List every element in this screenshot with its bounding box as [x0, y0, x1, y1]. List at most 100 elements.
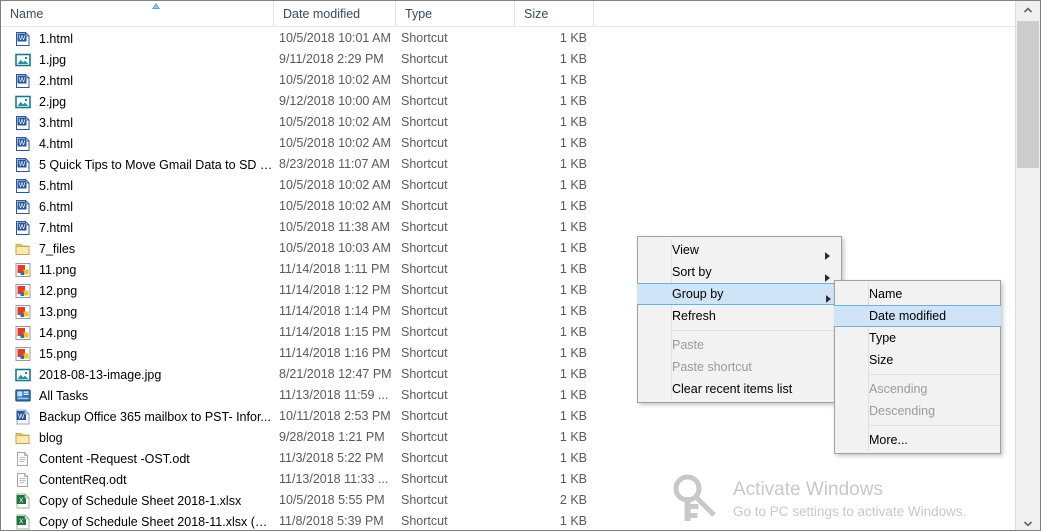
- column-header-name[interactable]: Name: [1, 1, 273, 27]
- file-size-cell: 1 KB: [559, 409, 587, 423]
- table-row[interactable]: W 4.html 10/5/2018 10:02 AM Shortcut 1 KB: [1, 133, 1017, 154]
- submenu-arrow-icon: [824, 246, 831, 260]
- word-html-icon: W: [15, 199, 31, 215]
- file-name-cell[interactable]: X Copy of Schedule Sheet 2018-11.xlsx (9 …: [1, 511, 273, 530]
- file-name-label: Copy of Schedule Sheet 2018-11.xlsx (9 n…: [39, 514, 273, 529]
- file-name-label: 4.html: [39, 136, 74, 151]
- table-row[interactable]: W 5.html 10/5/2018 10:02 AM Shortcut 1 KB: [1, 175, 1017, 196]
- scroll-down-button[interactable]: [1016, 514, 1040, 530]
- table-row[interactable]: 7_files 10/5/2018 10:03 AM Shortcut 1 KB: [1, 238, 1017, 259]
- context-menu-item-label: Paste: [672, 338, 704, 352]
- file-name-cell[interactable]: W 6.html: [1, 196, 273, 217]
- table-row[interactable]: W 7.html 10/5/2018 11:38 AM Shortcut 1 KB: [1, 217, 1017, 238]
- submenu-item[interactable]: More...: [835, 429, 1000, 451]
- file-name-cell[interactable]: W 7.html: [1, 217, 273, 238]
- file-name-cell[interactable]: blog: [1, 427, 273, 448]
- file-size-cell: 1 KB: [559, 136, 587, 150]
- file-name-cell[interactable]: ContentReq.odt: [1, 469, 273, 490]
- file-explorer-window: Name Date modified Type Size W 1.html 10/5…: [0, 0, 1041, 531]
- svg-text:W: W: [19, 224, 26, 231]
- file-name-label: 11.png: [39, 262, 77, 277]
- context-menu-item[interactable]: Refresh: [638, 305, 841, 327]
- table-row[interactable]: 1.jpg 9/11/2018 2:29 PM Shortcut 1 KB: [1, 49, 1017, 70]
- file-name-cell[interactable]: W 1.html: [1, 28, 273, 49]
- submenu-item[interactable]: Name: [835, 283, 1000, 305]
- file-name-cell[interactable]: 11.png: [1, 259, 273, 280]
- chevron-up-icon: [1023, 1, 1033, 19]
- submenu-item[interactable]: Size: [835, 349, 1000, 371]
- file-name-cell[interactable]: W 5.html: [1, 175, 273, 196]
- svg-text:W: W: [19, 35, 26, 42]
- file-name-cell[interactable]: 2.jpg: [1, 91, 273, 112]
- svg-text:W: W: [18, 413, 25, 420]
- file-name-cell[interactable]: 1.jpg: [1, 49, 273, 70]
- table-row[interactable]: 11.png 11/14/2018 1:11 PM Shortcut 1 KB: [1, 259, 1017, 280]
- file-name-cell[interactable]: Content -Request -OST.odt: [1, 448, 273, 469]
- submenu-item[interactable]: Date modified: [834, 305, 1001, 327]
- file-date-cell: 11/13/2018 11:59 ...: [279, 388, 389, 402]
- file-name-cell[interactable]: W 5 Quick Tips to Move Gmail Data to SD C…: [1, 154, 273, 175]
- file-name-cell[interactable]: 2018-08-13-image.jpg: [1, 364, 273, 385]
- file-name-cell[interactable]: X Copy of Schedule Sheet 2018-1.xlsx: [1, 490, 273, 511]
- menu-separator: [672, 330, 841, 331]
- table-row[interactable]: W 3.html 10/5/2018 10:02 AM Shortcut 1 KB: [1, 112, 1017, 133]
- file-size-cell: 1 KB: [559, 346, 587, 360]
- table-row[interactable]: X Copy of Schedule Sheet 2018-11.xlsx (9 …: [1, 511, 1017, 530]
- file-size-cell: 1 KB: [559, 31, 587, 45]
- file-date-cell: 11/13/2018 11:33 ...: [279, 472, 389, 486]
- file-name-label: 15.png: [39, 346, 78, 361]
- file-date-cell: 10/5/2018 10:02 AM: [279, 199, 391, 213]
- file-date-cell: 8/21/2018 12:47 PM: [279, 367, 392, 381]
- table-row[interactable]: W 6.html 10/5/2018 10:02 AM Shortcut 1 KB: [1, 196, 1017, 217]
- column-header-type[interactable]: Type: [395, 1, 514, 27]
- scrollbar-thumb[interactable]: [1017, 21, 1039, 168]
- table-row[interactable]: 2.jpg 9/12/2018 10:00 AM Shortcut 1 KB: [1, 91, 1017, 112]
- group-by-submenu[interactable]: Name Date modified Type Size Ascending Descen…: [834, 280, 1001, 454]
- table-row[interactable]: X Copy of Schedule Sheet 2018-1.xlsx 10/5/…: [1, 490, 1017, 511]
- word-html-icon: W: [15, 115, 31, 131]
- odt-icon: [15, 472, 31, 488]
- file-name-cell[interactable]: 13.png: [1, 301, 273, 322]
- column-header-date-modified[interactable]: Date modified: [273, 1, 395, 27]
- file-size-cell: 1 KB: [559, 52, 587, 66]
- file-name-cell[interactable]: 15.png: [1, 343, 273, 364]
- table-row[interactable]: W 2.html 10/5/2018 10:02 AM Shortcut 1 KB: [1, 70, 1017, 91]
- menu-separator: [869, 374, 1000, 375]
- file-name-cell[interactable]: W 4.html: [1, 133, 273, 154]
- scroll-up-button[interactable]: [1016, 1, 1040, 19]
- context-menu-item[interactable]: Group by: [637, 283, 842, 305]
- file-type-cell: Shortcut: [401, 199, 448, 213]
- file-name-cell[interactable]: W 3.html: [1, 112, 273, 133]
- context-menu[interactable]: View Sort by Group by Refresh Paste Paste sho…: [637, 236, 842, 403]
- file-name-cell[interactable]: 7_files: [1, 238, 273, 259]
- file-date-cell: 11/14/2018 1:14 PM: [279, 304, 391, 318]
- file-size-cell: 1 KB: [559, 283, 587, 297]
- file-type-cell: Shortcut: [401, 115, 448, 129]
- file-name-label: blog: [39, 430, 63, 445]
- file-name-cell[interactable]: 12.png: [1, 280, 273, 301]
- context-menu-item[interactable]: Sort by: [638, 261, 841, 283]
- table-row[interactable]: W 1.html 10/5/2018 10:01 AM Shortcut 1 KB: [1, 28, 1017, 49]
- file-name-cell[interactable]: W Backup Office 365 mailbox to PST- Infor…: [1, 406, 273, 427]
- file-name-cell[interactable]: All Tasks: [1, 385, 273, 406]
- submenu-item[interactable]: Type: [835, 327, 1000, 349]
- table-row[interactable]: W 5 Quick Tips to Move Gmail Data to SD C…: [1, 154, 1017, 175]
- file-name-cell[interactable]: 14.png: [1, 322, 273, 343]
- column-header-size[interactable]: Size: [514, 1, 593, 27]
- image-jpg-icon: [15, 94, 31, 110]
- file-type-cell: Shortcut: [401, 388, 448, 402]
- file-name-label: 1.html: [39, 31, 74, 46]
- file-name-label: Backup Office 365 mailbox to PST- Infor.…: [39, 409, 271, 424]
- table-row[interactable]: ContentReq.odt 11/13/2018 11:33 ... Shortc…: [1, 469, 1017, 490]
- word-html-icon: W: [15, 157, 31, 173]
- file-date-cell: 9/28/2018 1:21 PM: [279, 430, 385, 444]
- file-name-label: ContentReq.odt: [39, 472, 127, 487]
- file-type-cell: Shortcut: [401, 346, 448, 360]
- vertical-scrollbar[interactable]: [1015, 1, 1040, 530]
- png-icon: [15, 262, 31, 278]
- context-menu-item[interactable]: Clear recent items list: [638, 378, 841, 400]
- file-name-cell[interactable]: W 2.html: [1, 70, 273, 91]
- file-size-cell: 1 KB: [559, 199, 587, 213]
- file-type-cell: Shortcut: [401, 493, 448, 507]
- context-menu-item[interactable]: View: [638, 239, 841, 261]
